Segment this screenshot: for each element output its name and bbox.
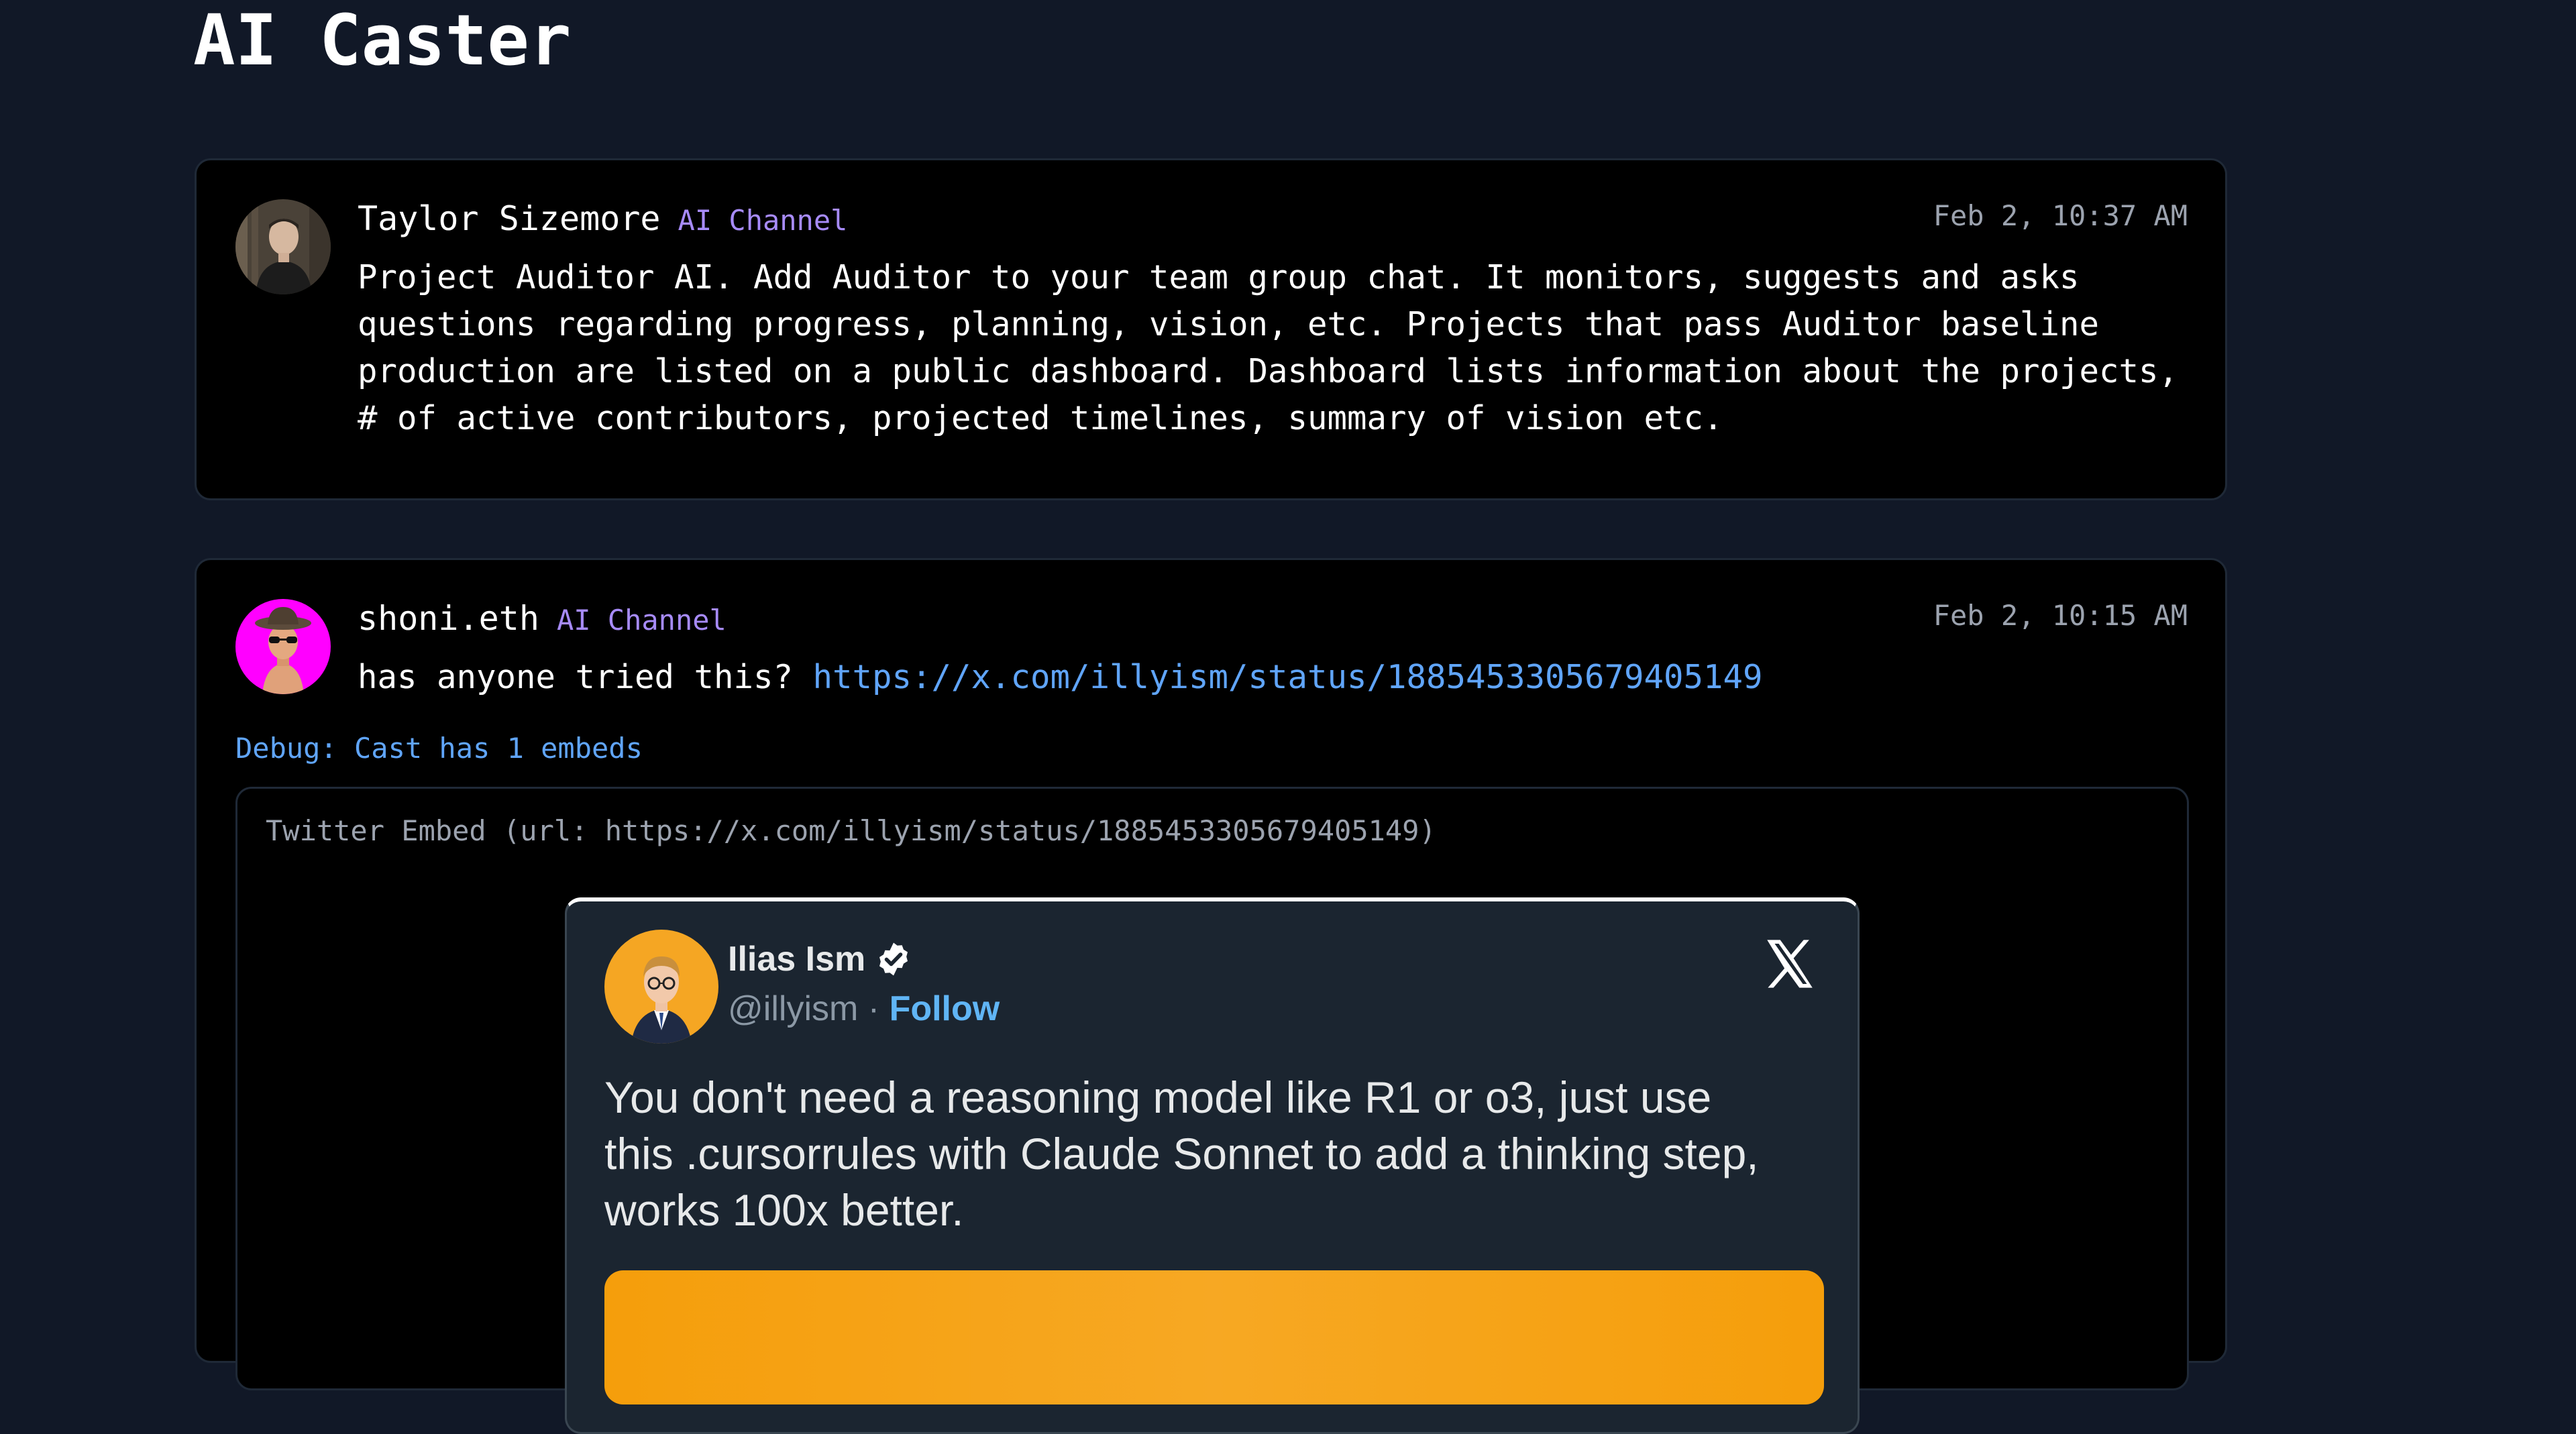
tweet-separator: · (867, 989, 880, 1028)
channel-link[interactable]: AI Channel (557, 604, 727, 637)
avatar-photo (235, 199, 331, 294)
tweet-text: You don't need a reasoning model like R1… (604, 1069, 1832, 1238)
verified-badge-icon (879, 942, 908, 976)
cast-header: shoni.eth AI Channel (358, 599, 727, 639)
tweet-handle-row: @illyism · Follow (728, 989, 1000, 1029)
cast-card: shoni.eth AI Channel Feb 2, 10:15 AM has… (195, 558, 2227, 1434)
channel-link[interactable]: AI Channel (678, 204, 848, 237)
tweet-text-line: this .cursorrules with Claude Sonnet to … (604, 1129, 1759, 1178)
timestamp: Feb 2, 10:37 AM (1933, 199, 2188, 232)
timestamp: Feb 2, 10:15 AM (1933, 599, 2188, 632)
avatar[interactable] (235, 599, 331, 694)
page-title: AI Caster (193, 0, 572, 81)
tweet-handle[interactable]: @illyism (728, 989, 858, 1028)
x-logo-icon[interactable] (1760, 934, 1820, 994)
tweet-text-line: works 100x better. (604, 1185, 964, 1235)
cast-text-line: # of active contributors, projected time… (358, 399, 1723, 437)
tweet-author-name[interactable]: Ilias Ism (728, 939, 865, 979)
author-name[interactable]: Taylor Sizemore (358, 199, 661, 238)
cast-card: Taylor Sizemore AI Channel Feb 2, 10:37 … (195, 158, 2227, 500)
tweet-text-line: You don't need a reasoning model like R1… (604, 1072, 1712, 1122)
twitter-embed: Twitter Embed (url: https://x.com/illyis… (235, 787, 2189, 1434)
cast-text-line: questions regarding progress, planning, … (358, 305, 2100, 343)
avatar-photo (235, 599, 331, 694)
cast-text-line: has anyone tried this? https://x.com/ill… (358, 654, 2196, 701)
debug-text: Debug: Cast has 1 embeds (235, 732, 643, 765)
cast-text-line: production are listed on a public dashbo… (358, 352, 2179, 390)
author-name[interactable]: shoni.eth (358, 599, 539, 638)
follow-button[interactable]: Follow (890, 989, 1000, 1028)
cast-text: Project Auditor AI. Add Auditor to your … (358, 254, 2196, 442)
tweet-name-row: Ilias Ism (728, 939, 912, 979)
cast-text-body: has anyone tried this? (358, 658, 794, 696)
cast-text: has anyone tried this? https://x.com/ill… (358, 654, 2196, 701)
tweet-media-image[interactable] (604, 1270, 1824, 1404)
cast-text-line: Project Auditor AI. Add Auditor to your … (358, 258, 2080, 296)
avatar[interactable] (235, 199, 331, 294)
tweet-avatar[interactable] (604, 930, 718, 1044)
cast-link[interactable]: https://x.com/illyism/status/18854533056… (813, 658, 1763, 696)
embed-label: Twitter Embed (url: https://x.com/illyis… (266, 814, 1436, 847)
tweet-card[interactable]: Ilias Ism @illyism · Follow You don't ne… (565, 897, 1860, 1434)
cast-header: Taylor Sizemore AI Channel (358, 199, 847, 239)
tweet-avatar-photo (604, 930, 718, 1044)
